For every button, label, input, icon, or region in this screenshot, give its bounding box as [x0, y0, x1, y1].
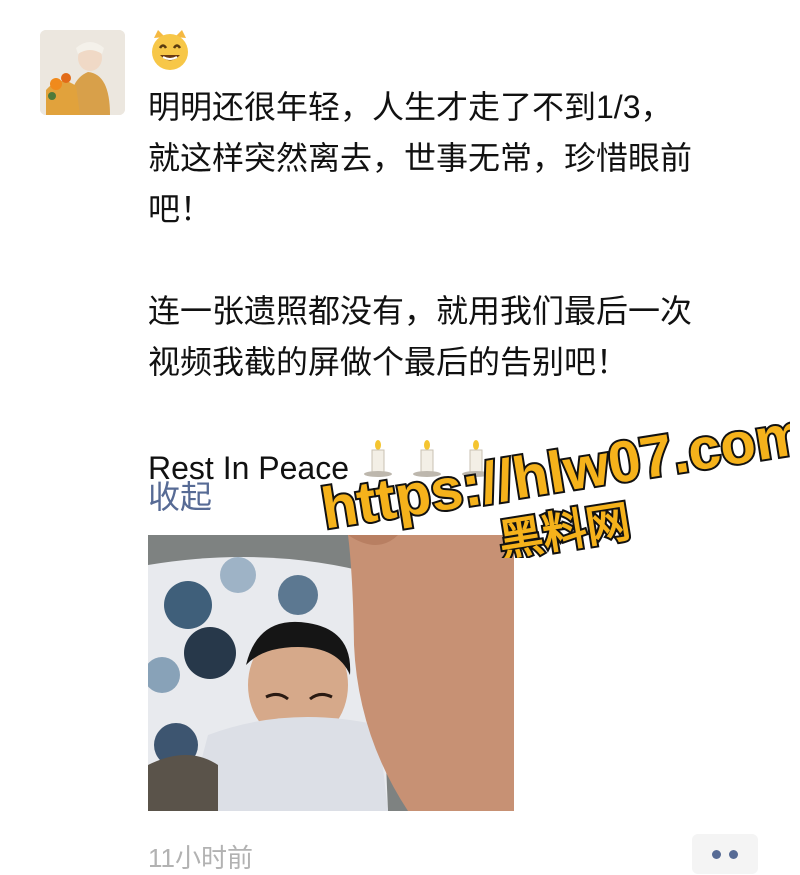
- collapse-link[interactable]: 收起: [148, 472, 212, 518]
- post-body: 明明还很年轻，人生才走了不到1/3， 就这样突然离去，世事无常，珍惜眼前 吧！ …: [148, 82, 768, 494]
- candle-icon: [456, 439, 496, 479]
- more-options-button[interactable]: [692, 834, 758, 874]
- watermark-label: 黑料网: [495, 496, 633, 558]
- more-dots-icon: [712, 849, 721, 859]
- avatar-image: [40, 30, 125, 115]
- post-photo[interactable]: [148, 535, 514, 811]
- post-text-line: 连一张遗照都没有，就用我们最后一次: [148, 293, 693, 329]
- cat-emoji-icon: [148, 28, 192, 72]
- post-text-line: 明明还很年轻，人生才走了不到1/3，: [148, 89, 673, 125]
- post-timestamp: 11小时前: [148, 843, 253, 873]
- post-text-line: 就这样突然离去，世事无常，珍惜眼前: [148, 140, 693, 176]
- candle-icon: [358, 439, 398, 479]
- post-text-line: 吧！: [148, 191, 213, 227]
- post-text-line: 视频我截的屏做个最后的告别吧！: [148, 344, 629, 380]
- rest-in-peace-line: Rest In Peace: [148, 439, 768, 494]
- candle-icon: [407, 439, 447, 479]
- avatar[interactable]: [40, 30, 125, 115]
- more-dots-icon: [729, 849, 738, 859]
- photo-image: [148, 535, 514, 811]
